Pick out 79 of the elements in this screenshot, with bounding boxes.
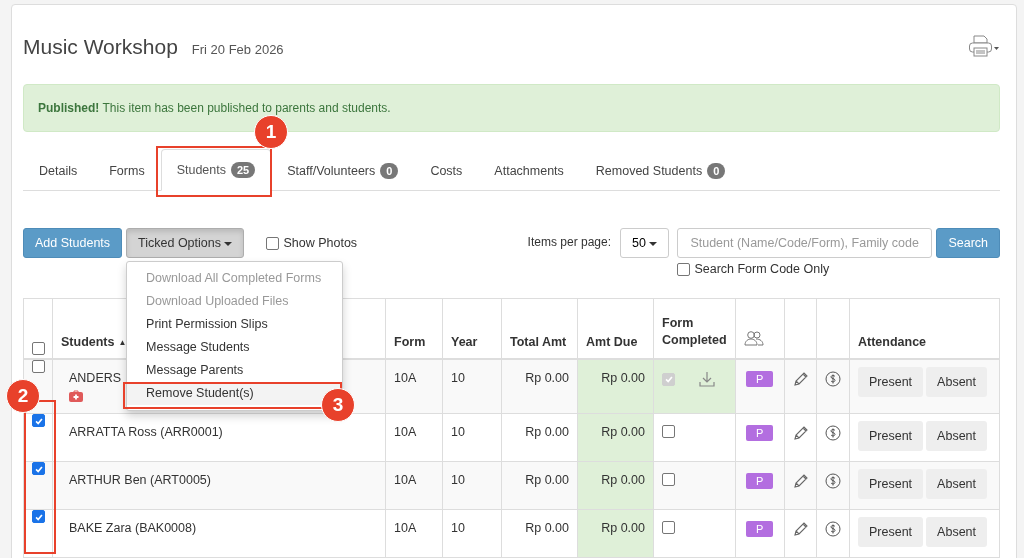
checkbox[interactable]	[32, 360, 45, 373]
table-cell: 10	[451, 521, 465, 535]
menu-item[interactable]: Message Students	[127, 336, 343, 359]
menu-item[interactable]: Print Permission Slips	[127, 313, 343, 336]
table-cell: Rp 0.00	[601, 371, 645, 385]
dollar-icon[interactable]	[825, 473, 841, 489]
checkbox[interactable]	[662, 473, 675, 486]
present-button[interactable]: Present	[858, 469, 924, 499]
table-cell: 10A	[394, 473, 417, 487]
tab[interactable]: Students 25	[160, 149, 272, 191]
table-cell: Rp 0.00	[525, 521, 569, 535]
sort-arrow: ▲	[118, 338, 127, 348]
column-header: Form	[394, 335, 426, 349]
table-cell: Rp 0.00	[525, 473, 569, 487]
pencil-icon[interactable]	[793, 371, 809, 387]
checkbox[interactable]	[677, 262, 691, 276]
table-cell: 10A	[394, 371, 417, 385]
column-header: Year	[451, 335, 478, 349]
dollar-icon[interactable]	[825, 425, 841, 441]
event-date: Fri 20 Feb 2026	[191, 42, 284, 57]
table-cell: Rp 0.00	[601, 425, 645, 439]
checkbox[interactable]	[32, 462, 45, 475]
student-name: ANDERS	[69, 371, 122, 385]
present-button[interactable]: Present	[858, 421, 924, 451]
absent-button[interactable]: Absent	[926, 469, 987, 499]
dollar-icon[interactable]	[825, 371, 841, 387]
column-header: Form Completed	[662, 315, 727, 349]
table-cell: Rp 0.00	[601, 473, 645, 487]
table-cell: 10	[451, 473, 465, 487]
menu-item[interactable]: Message Parents	[127, 359, 343, 382]
table-cell: 10A	[394, 425, 417, 439]
present-button[interactable]: Present	[858, 517, 924, 547]
absent-button[interactable]: Absent	[926, 367, 987, 397]
table-cell: Rp 0.00	[525, 425, 569, 439]
absent-button[interactable]: Absent	[926, 421, 987, 451]
search-field[interactable]: Student (Name/Code/Form), Family code	[677, 228, 933, 258]
pencil-icon[interactable]	[793, 425, 809, 441]
table-cell: Rp 0.00	[601, 521, 645, 535]
checkbox[interactable]	[32, 510, 45, 523]
items-per-page-select[interactable]: 50	[620, 228, 670, 258]
pencil-icon[interactable]	[793, 521, 809, 537]
pencil-icon[interactable]	[793, 473, 809, 489]
checkbox-label: Search Form Code Only	[694, 262, 830, 276]
present-button[interactable]: Present	[858, 367, 924, 397]
tab[interactable]: Costs	[414, 150, 479, 191]
count-badge: 25	[231, 162, 256, 178]
student-name: ARTHUR Ben (ART0005)	[69, 473, 211, 487]
tab[interactable]: Staff/Volunteers 0	[271, 150, 415, 191]
count-badge: 0	[707, 163, 726, 179]
checkbox[interactable]	[662, 425, 675, 438]
download-icon[interactable]	[699, 371, 715, 387]
callout-badge: 2	[6, 379, 40, 413]
checkbox[interactable]	[266, 236, 280, 250]
checkbox[interactable]	[32, 414, 45, 427]
people-icon	[744, 330, 764, 346]
student-name: BAKE Zara (BAK0008)	[69, 521, 197, 535]
checkbox-label: Show Photos	[283, 236, 358, 250]
absent-button[interactable]: Absent	[926, 517, 987, 547]
table-cell: 10	[451, 371, 465, 385]
checkbox[interactable]	[662, 521, 675, 534]
column-header: Total Amt	[510, 335, 567, 349]
table-cell: Rp 0.00	[525, 371, 569, 385]
checkbox[interactable]	[32, 342, 45, 355]
page-title: Music Workshop	[23, 35, 178, 59]
printer-icon[interactable]	[968, 35, 1000, 57]
column-header: Amt Due	[586, 335, 638, 349]
table-cell: 10	[451, 425, 465, 439]
ticked-options-button[interactable]: Ticked Options	[126, 228, 245, 258]
column-header: Attendance	[858, 335, 927, 349]
items-per-page-label: Items per page:	[527, 235, 611, 249]
tab[interactable]: Forms	[93, 150, 161, 191]
tab[interactable]: Removed Students 0	[579, 150, 742, 191]
tab[interactable]: Attachments	[478, 150, 580, 191]
column-header[interactable]: Students	[61, 335, 115, 349]
table-cell: 10A	[394, 521, 417, 535]
tab[interactable]: Details	[23, 150, 94, 191]
dollar-icon[interactable]	[825, 521, 841, 537]
student-name: ARRATTA Ross (ARR0001)	[69, 425, 223, 439]
count-badge: 0	[380, 163, 399, 179]
